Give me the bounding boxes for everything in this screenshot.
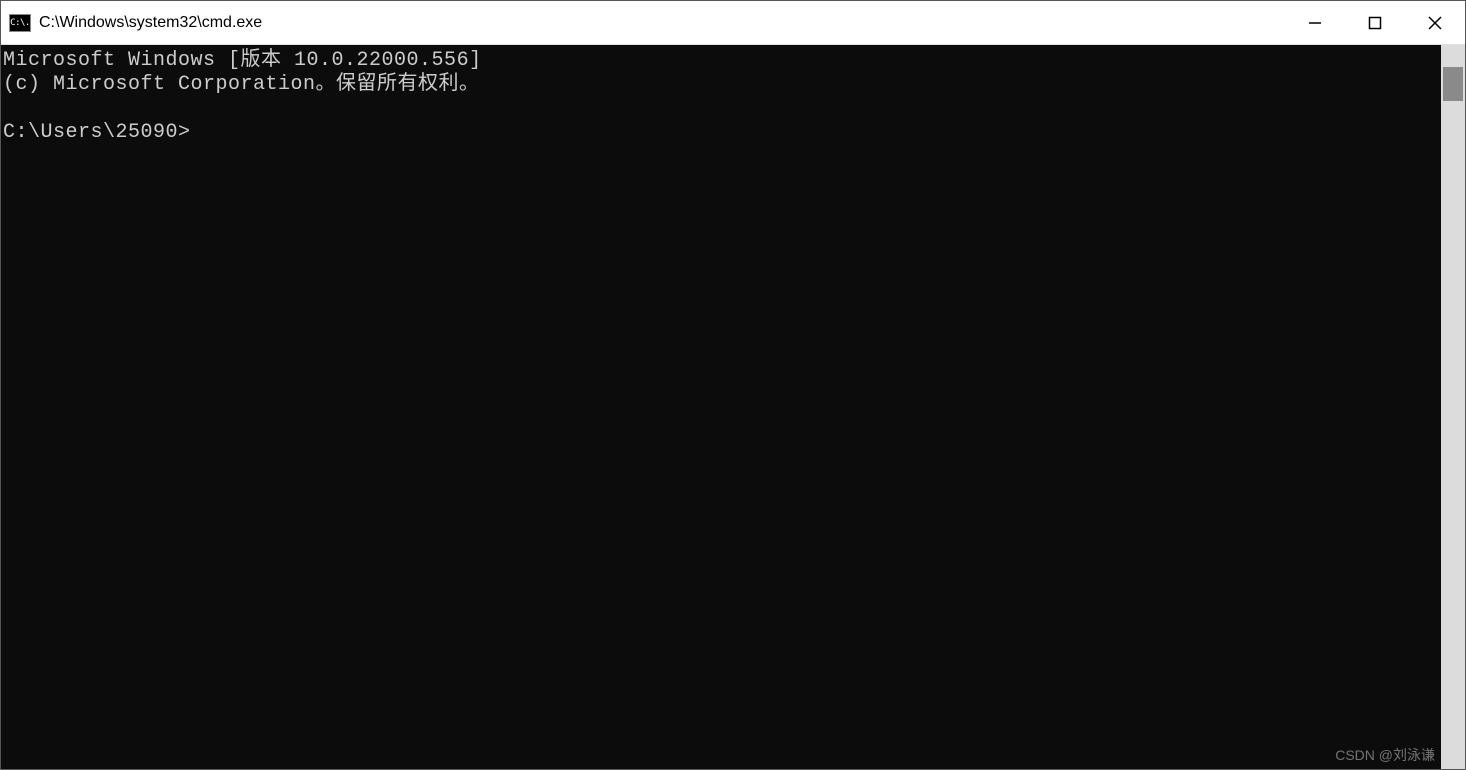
copyright-line: (c) Microsoft Corporation。保留所有权利。	[3, 73, 480, 96]
cmd-window: C:\. C:\Windows\system32\cmd.exe Microso…	[0, 0, 1466, 770]
minimize-icon	[1308, 16, 1322, 30]
terminal-container: Microsoft Windows [版本 10.0.22000.556] (c…	[1, 45, 1465, 769]
close-icon	[1428, 16, 1442, 30]
minimize-button[interactable]	[1285, 1, 1345, 44]
titlebar-left: C:\. C:\Windows\system32\cmd.exe	[9, 14, 262, 32]
window-controls	[1285, 1, 1465, 44]
terminal-output[interactable]: Microsoft Windows [版本 10.0.22000.556] (c…	[1, 45, 1441, 769]
maximize-icon	[1368, 16, 1382, 30]
maximize-button[interactable]	[1345, 1, 1405, 44]
scroll-thumb[interactable]	[1443, 67, 1463, 101]
titlebar[interactable]: C:\. C:\Windows\system32\cmd.exe	[1, 1, 1465, 45]
version-line: Microsoft Windows [版本 10.0.22000.556]	[3, 49, 482, 72]
prompt-line: C:\Users\25090>	[3, 121, 191, 144]
vertical-scrollbar[interactable]	[1441, 45, 1465, 769]
cmd-icon: C:\.	[9, 14, 31, 32]
window-title: C:\Windows\system32\cmd.exe	[39, 14, 262, 32]
close-button[interactable]	[1405, 1, 1465, 44]
